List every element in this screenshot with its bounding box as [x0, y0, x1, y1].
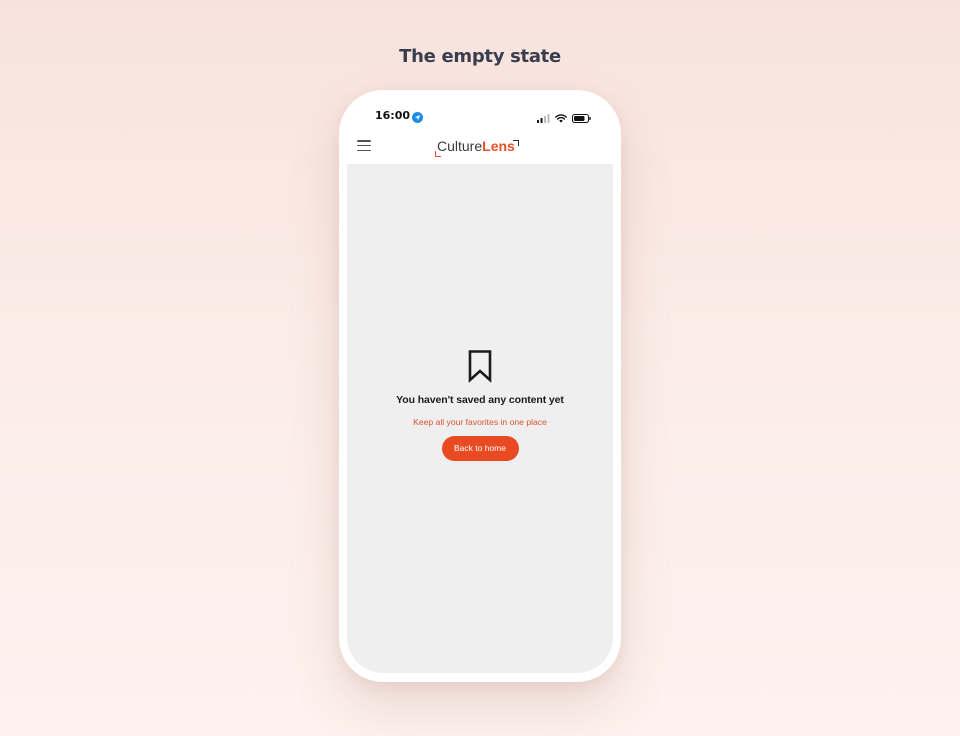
empty-state: You haven't saved any content yet Keep a… — [347, 349, 613, 461]
status-icons — [537, 110, 591, 128]
bookmark-icon — [347, 349, 613, 383]
logo-text-culture: Culture — [437, 138, 483, 154]
phone-screen: 16:00 CultureLens You haven't saved any … — [347, 98, 613, 673]
hamburger-menu-icon[interactable] — [357, 140, 371, 152]
status-time-group: 16:00 — [375, 109, 424, 123]
battery-icon — [572, 110, 591, 128]
empty-state-title: You haven't saved any content yet — [396, 394, 564, 406]
app-navbar: CultureLens — [347, 132, 613, 165]
status-bar: 16:00 — [347, 98, 613, 132]
location-arrow-icon — [412, 110, 424, 123]
page-heading: The empty state — [399, 46, 561, 67]
phone-frame: 16:00 CultureLens You haven't saved any … — [339, 90, 621, 682]
app-logo[interactable]: CultureLens — [435, 136, 519, 158]
empty-state-subtitle: Keep all your favorites in one place — [413, 417, 547, 427]
logo-bracket-right — [512, 140, 519, 146]
logo-text-lens: Lens — [482, 138, 515, 154]
logo-bracket-left — [435, 151, 441, 157]
back-to-home-button[interactable]: Back to home — [441, 436, 519, 461]
wifi-icon — [555, 110, 567, 128]
cellular-signal-icon — [537, 110, 550, 128]
status-time: 16:00 — [375, 109, 411, 122]
main-content: You haven't saved any content yet Keep a… — [347, 165, 613, 673]
